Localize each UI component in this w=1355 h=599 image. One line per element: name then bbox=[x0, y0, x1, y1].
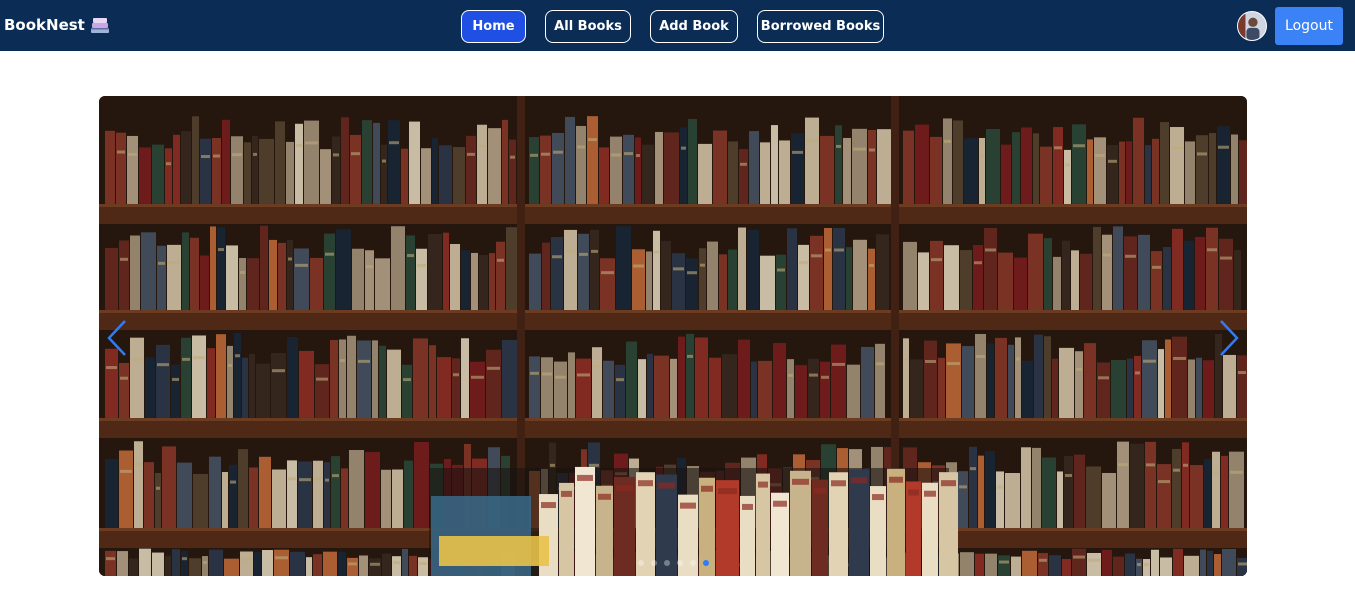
carousel-dot[interactable] bbox=[702, 560, 709, 566]
user-avatar-icon[interactable] bbox=[1237, 11, 1267, 41]
chevron-right-icon bbox=[1220, 320, 1239, 356]
nav-all-books[interactable]: All Books bbox=[545, 10, 631, 43]
nav-borrowed-books[interactable]: Borrowed Books bbox=[757, 10, 884, 43]
brand-name: BookNest bbox=[4, 16, 85, 34]
logout-button[interactable]: Logout bbox=[1275, 7, 1343, 45]
brand[interactable]: BookNest bbox=[4, 13, 112, 37]
nav-add-book[interactable]: Add Book bbox=[650, 10, 738, 43]
carousel-dot[interactable] bbox=[689, 560, 696, 566]
book-stack-icon bbox=[90, 18, 109, 33]
carousel-dot[interactable] bbox=[663, 560, 670, 566]
carousel-next-button[interactable] bbox=[1217, 318, 1241, 358]
carousel-dot[interactable] bbox=[637, 560, 644, 566]
navbar: BookNest Home All Books Add Book Borrowe… bbox=[0, 0, 1355, 51]
bookshelf-slide-image bbox=[99, 96, 1247, 576]
nav-home[interactable]: Home bbox=[461, 10, 526, 43]
carousel-pagination bbox=[99, 560, 1247, 566]
carousel-dot[interactable] bbox=[676, 560, 683, 566]
chevron-left-icon bbox=[107, 320, 126, 356]
carousel-dot[interactable] bbox=[650, 560, 657, 566]
carousel-prev-button[interactable] bbox=[105, 318, 129, 358]
banner-carousel bbox=[99, 96, 1247, 576]
